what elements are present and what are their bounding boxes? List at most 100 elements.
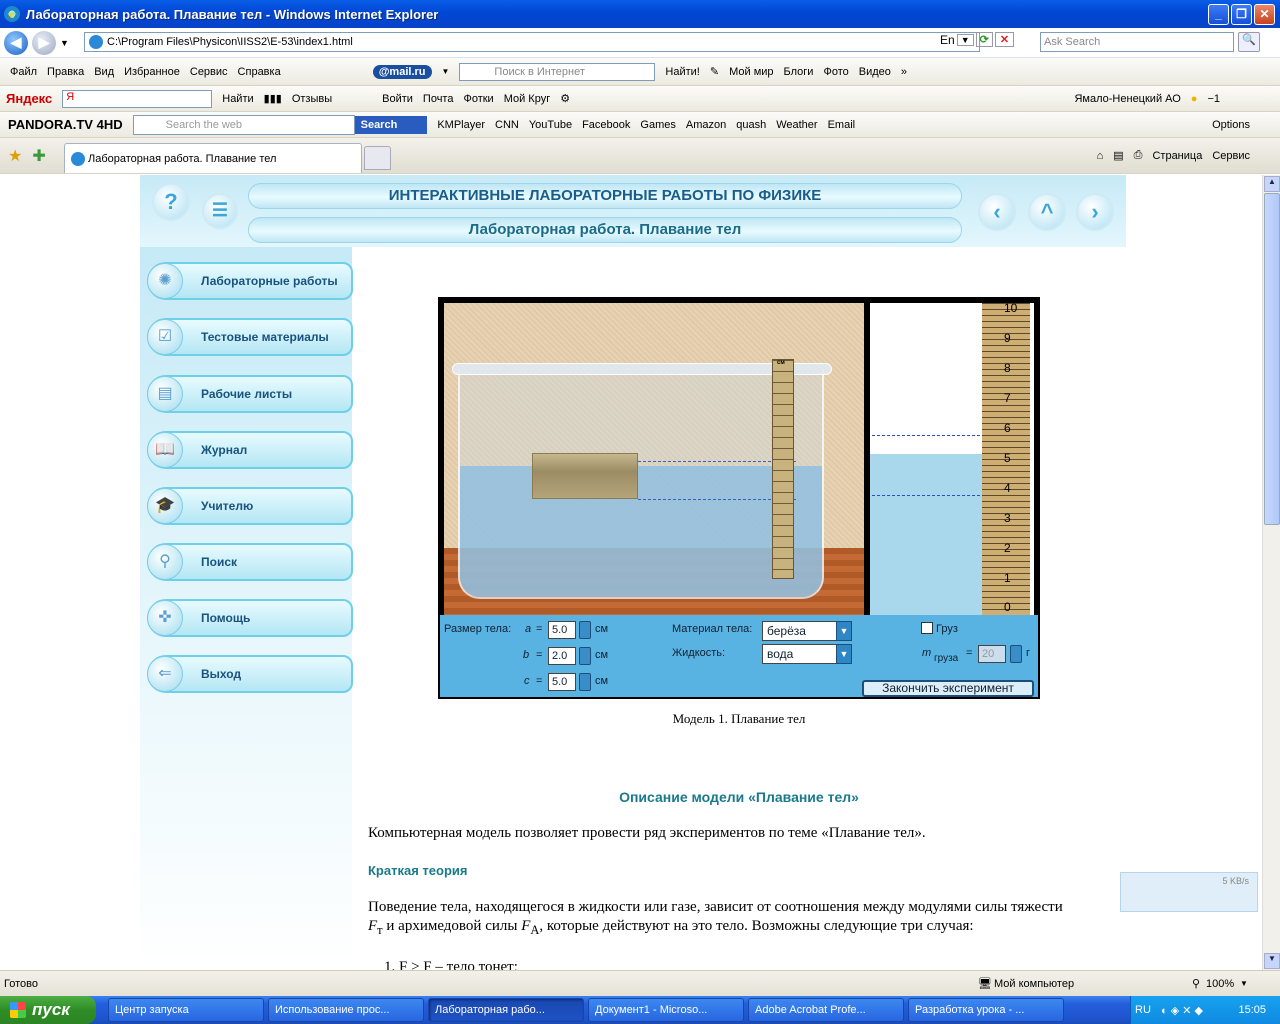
sidebar-item-search[interactable]: ⚲ Поиск bbox=[147, 543, 353, 581]
mass-stepper[interactable] bbox=[1010, 645, 1022, 663]
menu-favorites[interactable]: Избранное bbox=[124, 66, 180, 78]
sidebar-item-tests[interactable]: ☑ Тестовые материалы bbox=[147, 318, 353, 356]
games-link[interactable]: Games bbox=[640, 119, 675, 131]
ask-search-input[interactable]: Ask Search bbox=[1040, 32, 1234, 52]
photos-button[interactable]: Фотки bbox=[463, 93, 493, 105]
sidebar-item-exit[interactable]: ⇐ Выход bbox=[147, 655, 353, 693]
edit-icon[interactable]: ✎ bbox=[710, 65, 719, 78]
amazon-link[interactable]: Amazon bbox=[686, 119, 726, 131]
cnn-link[interactable]: CNN bbox=[495, 119, 519, 131]
menu-help[interactable]: Справка bbox=[238, 66, 281, 78]
weather-link[interactable]: Weather bbox=[776, 119, 817, 131]
page-menu[interactable]: Страница bbox=[1152, 150, 1202, 162]
video-link[interactable]: Видео bbox=[859, 66, 891, 78]
email-link[interactable]: Email bbox=[828, 119, 856, 131]
task-lesson-dev[interactable]: Разработка урока - ... bbox=[908, 998, 1064, 1022]
floating-block[interactable] bbox=[532, 453, 638, 499]
menu-view[interactable]: Вид bbox=[94, 66, 114, 78]
yandex-find-button[interactable]: Найти bbox=[222, 93, 253, 105]
address-dropdown-icon[interactable]: ▼ bbox=[956, 33, 974, 46]
help-circle-icon[interactable]: ? bbox=[152, 183, 190, 221]
blogs-link[interactable]: Блоги bbox=[784, 66, 814, 78]
mykrug-button[interactable]: Мой Круг bbox=[504, 93, 551, 105]
home-icon[interactable]: ⌂ bbox=[1097, 150, 1104, 162]
reviews-button[interactable]: Отзывы bbox=[292, 93, 332, 105]
load-checkbox[interactable] bbox=[921, 622, 933, 634]
tray-icons[interactable]: ◐ ◈ ✕ ◆ bbox=[1161, 1004, 1203, 1017]
mymir-link[interactable]: Мой мир bbox=[729, 66, 773, 78]
minimize-button[interactable]: _ bbox=[1208, 3, 1229, 25]
more-chevron-icon[interactable]: » bbox=[901, 66, 907, 78]
maximize-button[interactable]: ❐ bbox=[1231, 3, 1252, 25]
refresh-icon[interactable]: ⟳ bbox=[975, 32, 993, 47]
tools-menu[interactable]: Сервис bbox=[1212, 150, 1250, 162]
size-c-stepper[interactable] bbox=[579, 673, 591, 691]
task-lab-work[interactable]: Лабораторная рабо... bbox=[428, 998, 584, 1022]
scroll-thumb[interactable] bbox=[1264, 193, 1280, 525]
task-launch-center[interactable]: Центр запуска bbox=[108, 998, 264, 1022]
zoom-icon[interactable]: ⚲ bbox=[1192, 977, 1200, 990]
pandora-search-button[interactable]: Search bbox=[354, 115, 428, 134]
login-button[interactable]: Войти bbox=[382, 93, 413, 105]
menu-edit[interactable]: Правка bbox=[47, 66, 84, 78]
sidebar-item-teacher[interactable]: 🎓 Учителю bbox=[147, 487, 353, 525]
tab-active[interactable]: Лабораторная работа. Плавание тел bbox=[64, 143, 362, 173]
quash-link[interactable]: quash bbox=[736, 119, 766, 131]
history-dropdown-icon[interactable]: ▼ bbox=[60, 38, 69, 48]
forward-arrow-icon[interactable]: › bbox=[1076, 193, 1114, 231]
add-favorite-icon[interactable]: ✚ bbox=[32, 146, 45, 166]
size-b-input[interactable]: 2.0 bbox=[548, 647, 576, 665]
size-c-input[interactable]: 5.0 bbox=[548, 673, 576, 691]
print-icon[interactable]: ⎙ bbox=[1134, 149, 1143, 162]
zoom-level[interactable]: 100% bbox=[1206, 978, 1234, 990]
contents-icon[interactable]: ☰ bbox=[202, 193, 238, 229]
page-scrollbar[interactable]: ▲ ▼ bbox=[1262, 175, 1280, 970]
forward-button[interactable]: ▶ bbox=[32, 30, 56, 55]
back-button[interactable]: ◀ bbox=[4, 30, 28, 55]
material-dropdown-icon[interactable]: ▼ bbox=[836, 621, 852, 641]
liquid-dropdown-icon[interactable]: ▼ bbox=[836, 644, 852, 664]
task-word-document[interactable]: Документ1 - Microso... bbox=[588, 998, 744, 1022]
yandex-logo[interactable]: Яндекс bbox=[6, 91, 52, 106]
sidebar-item-journal[interactable]: 📖 Журнал bbox=[147, 431, 353, 469]
yandex-search-input[interactable]: Я bbox=[62, 89, 213, 108]
scroll-up-icon[interactable]: ▲ bbox=[1264, 176, 1280, 192]
menu-tools[interactable]: Сервис bbox=[190, 66, 228, 78]
photo-link[interactable]: Фото bbox=[823, 66, 848, 78]
mailru-dropdown-icon[interactable]: ▼ bbox=[442, 67, 450, 76]
sidebar-item-lab-works[interactable]: ✺ Лабораторные работы bbox=[147, 262, 353, 300]
task-ie-usage[interactable]: Использование прос... bbox=[268, 998, 424, 1022]
youtube-link[interactable]: YouTube bbox=[529, 119, 572, 131]
stop-icon[interactable]: ✕ bbox=[994, 32, 1015, 47]
close-button[interactable]: ✕ bbox=[1254, 3, 1275, 25]
facebook-link[interactable]: Facebook bbox=[582, 119, 630, 131]
size-b-stepper[interactable] bbox=[579, 647, 591, 665]
start-button[interactable]: пуск bbox=[0, 996, 96, 1024]
gear-icon[interactable]: ⚙ bbox=[560, 92, 570, 105]
search-icon[interactable]: 🔍 bbox=[1238, 32, 1260, 52]
options-button[interactable]: Options bbox=[1212, 119, 1250, 131]
favorites-star-icon[interactable]: ★ bbox=[8, 146, 22, 166]
mail-button[interactable]: Почта bbox=[423, 93, 454, 105]
mailru-find-button[interactable]: Найти! bbox=[665, 66, 699, 78]
mass-input[interactable]: 20 bbox=[978, 645, 1006, 663]
kmplayer-link[interactable]: KMPlayer bbox=[437, 119, 485, 131]
mailru-search-input[interactable]: Поиск в Интернет bbox=[459, 62, 656, 81]
address-field[interactable]: C:\Program Files\Physicon\IISS2\E-53\ind… bbox=[84, 32, 980, 52]
up-arrow-icon[interactable]: ^ bbox=[1028, 193, 1066, 231]
zoom-dropdown-icon[interactable]: ▼ bbox=[1240, 979, 1248, 988]
sidebar-item-worksheets[interactable]: ▤ Рабочие листы bbox=[147, 375, 353, 413]
pandora-search-input[interactable]: Search the web bbox=[132, 114, 355, 135]
back-arrow-icon[interactable]: ‹ bbox=[978, 193, 1016, 231]
new-tab-button[interactable] bbox=[364, 146, 391, 170]
region-label[interactable]: Ямало-Ненецкий АО bbox=[1074, 93, 1180, 105]
task-acrobat[interactable]: Adobe Acrobat Profe... bbox=[748, 998, 904, 1022]
finish-experiment-button[interactable]: Закончить эксперимент bbox=[862, 680, 1034, 697]
pandora-logo[interactable]: PANDORA.TV 4HD bbox=[8, 117, 123, 132]
feeds-icon[interactable]: ▤ bbox=[1113, 149, 1123, 162]
size-a-input[interactable]: 5.0 bbox=[548, 621, 576, 639]
size-a-stepper[interactable] bbox=[579, 621, 591, 639]
mailru-logo[interactable]: @mail.ru bbox=[372, 64, 432, 79]
sidebar-item-help[interactable]: ✜ Помощь bbox=[147, 599, 353, 637]
language-indicator-tray[interactable]: RU bbox=[1135, 1004, 1151, 1016]
